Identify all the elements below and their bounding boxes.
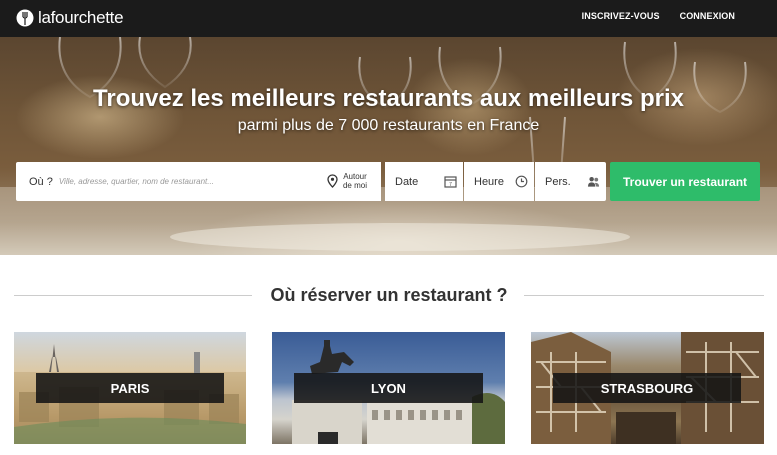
time-label: Heure <box>474 175 504 188</box>
hero-subtitle: parmi plus de 7 000 restaurants en Franc… <box>237 117 540 134</box>
persons-field[interactable]: Pers. <box>535 162 606 201</box>
fork-icon <box>16 9 34 27</box>
top-navigation-bar: lafourchette INSCRIVEZ-VOUS CONNEXION <box>0 0 777 37</box>
city-card-strasbourg[interactable]: STRASBOURG <box>531 332 764 444</box>
brand-logo[interactable]: lafourchette <box>16 7 124 29</box>
city-label-lyon: LYON <box>294 373 483 403</box>
section-header: Où réserver un restaurant ? <box>14 285 764 305</box>
brand-name: lafourchette <box>38 8 124 27</box>
calendar-icon: 7 <box>444 176 457 188</box>
persons-label: Pers. <box>545 175 571 188</box>
account-nav: INSCRIVEZ-VOUS CONNEXION <box>582 11 735 21</box>
login-link[interactable]: CONNEXION <box>680 11 735 21</box>
where-field[interactable]: Où ? Autour de moi <box>16 162 381 201</box>
where-input[interactable] <box>58 177 309 186</box>
time-field[interactable]: Heure <box>464 162 534 201</box>
clock-icon <box>515 175 528 188</box>
city-card-paris[interactable]: PARIS <box>14 332 246 444</box>
restaurant-search-form: Où ? Autour de moi Date 7 Heure <box>16 162 760 201</box>
city-card-lyon[interactable]: LYON <box>272 332 505 444</box>
date-label: Date <box>395 175 419 188</box>
city-label-paris: PARIS <box>36 373 224 403</box>
city-label-strasbourg: STRASBOURG <box>553 373 741 403</box>
where-label: Où ? <box>29 175 53 188</box>
around-me-button[interactable]: Autour de moi <box>327 172 369 190</box>
find-restaurant-button[interactable]: Trouver un restaurant <box>610 162 760 201</box>
hero-title: Trouvez les meilleurs restaurants aux me… <box>93 85 684 112</box>
hero-background-image <box>0 37 777 255</box>
divider-right <box>524 295 764 296</box>
around-me-label: Autour de moi <box>342 172 367 190</box>
hero-banner: Trouvez les meilleurs restaurants aux me… <box>0 37 777 255</box>
date-field[interactable]: Date 7 <box>385 162 463 201</box>
svg-text:7: 7 <box>449 182 452 188</box>
signup-link[interactable]: INSCRIVEZ-VOUS <box>582 11 660 21</box>
location-pin-icon <box>327 174 338 188</box>
people-icon <box>587 176 600 187</box>
